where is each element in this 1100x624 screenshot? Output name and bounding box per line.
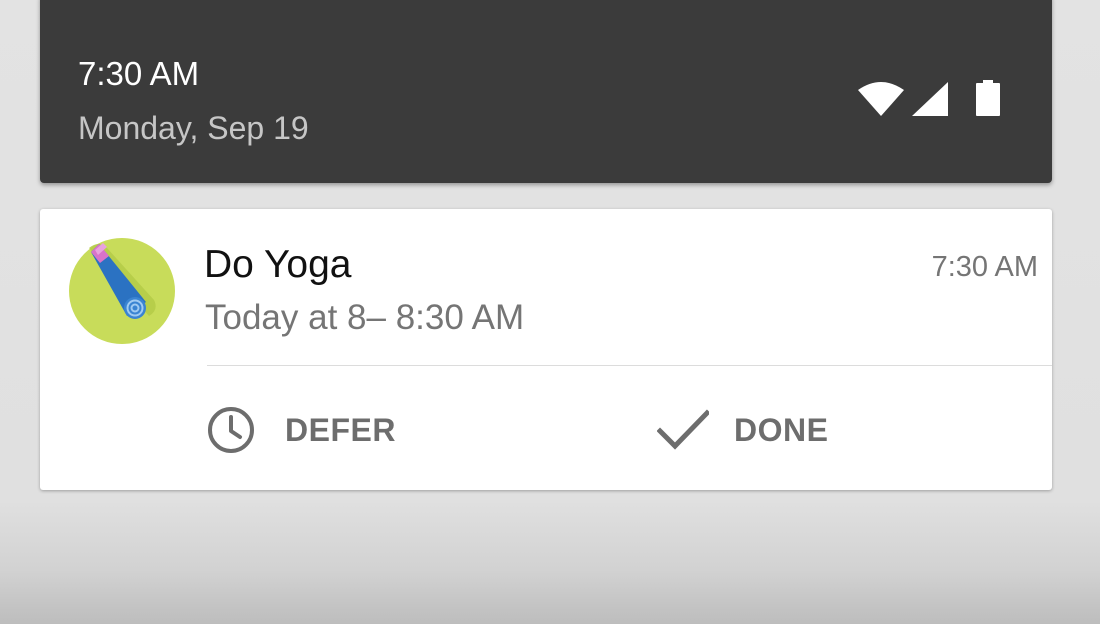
notification-timestamp: 7:30 AM xyxy=(931,251,1038,283)
battery-icon xyxy=(976,80,1000,116)
clock-icon xyxy=(206,405,256,455)
status-header-panel: 7:30 AM Monday, Sep 19 xyxy=(40,0,1052,183)
notification-card[interactable]: Do Yoga 7:30 AM Today at 8– 8:30 AM DEFE… xyxy=(40,209,1052,490)
status-icons xyxy=(858,80,1008,122)
current-date: Monday, Sep 19 xyxy=(78,110,309,146)
divider xyxy=(207,365,1052,366)
wifi-icon xyxy=(858,82,904,118)
yoga-mat-icon xyxy=(69,238,175,344)
defer-label: DEFER xyxy=(285,412,396,448)
check-icon xyxy=(657,405,709,455)
clock-time: 7:30 AM xyxy=(78,55,200,92)
notification-title: Do Yoga xyxy=(204,243,352,286)
done-label: DONE xyxy=(734,412,829,448)
notification-subtitle: Today at 8– 8:30 AM xyxy=(205,298,525,337)
defer-button[interactable]: DEFER xyxy=(206,405,426,455)
cell-signal-icon xyxy=(912,82,948,116)
done-button[interactable]: DONE xyxy=(657,405,877,455)
